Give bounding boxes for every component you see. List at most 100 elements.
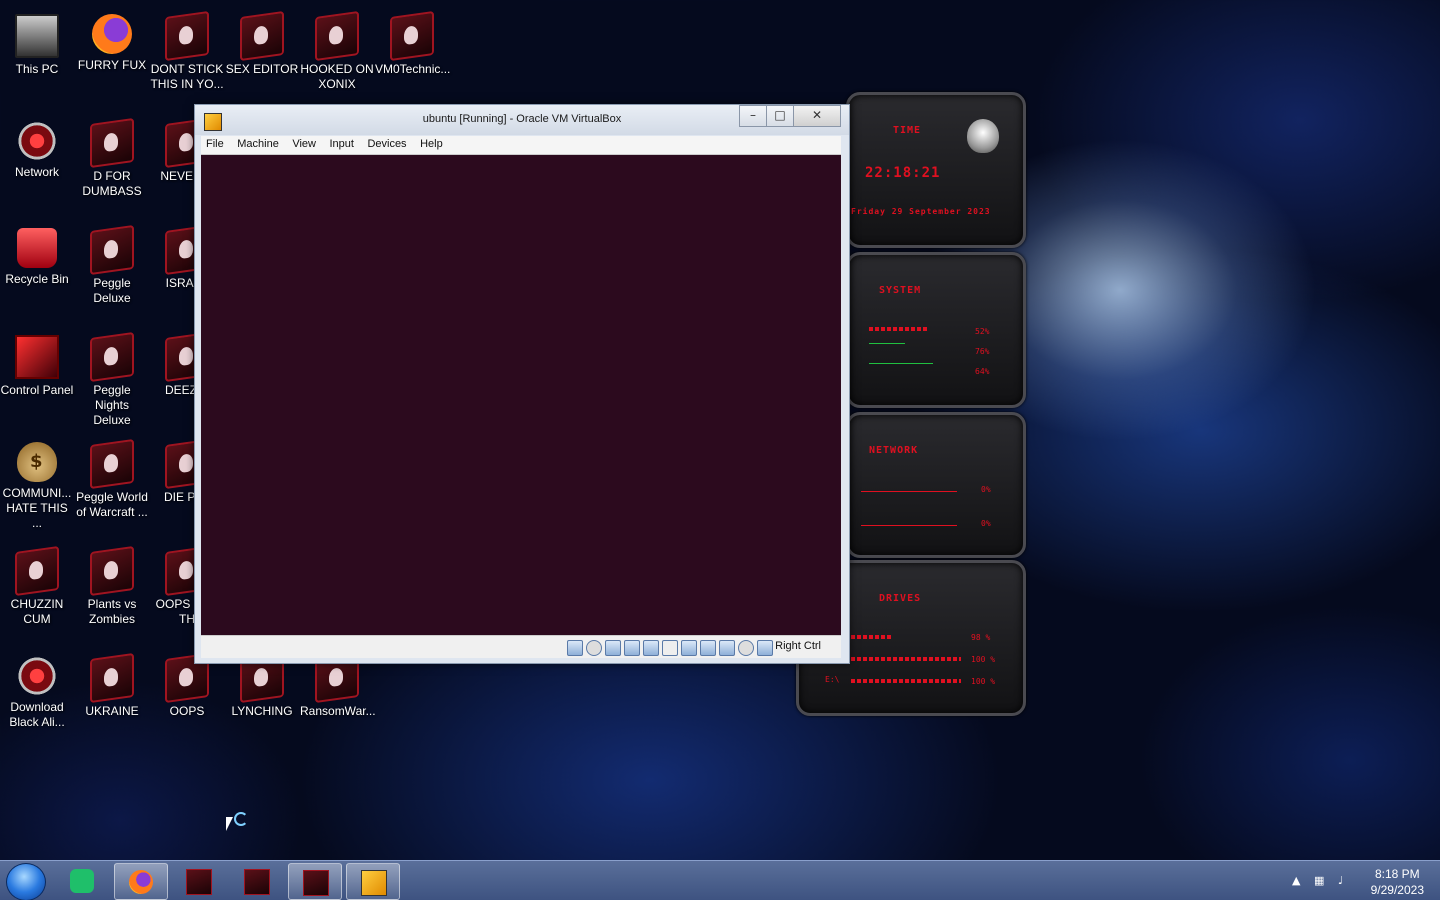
- desktop-icon-label: SEX EDITOR: [225, 62, 299, 76]
- shared-folders-icon[interactable]: [662, 640, 678, 656]
- desktop-icon[interactable]: This PC: [0, 6, 74, 77]
- desktop-icon-label: Network: [14, 165, 59, 179]
- show-hidden-icons-button[interactable]: ▲: [1292, 874, 1306, 888]
- start-button[interactable]: [6, 863, 46, 900]
- desktop-icon-label: Peggle Deluxe: [93, 276, 131, 305]
- alien-icon: [315, 10, 359, 62]
- desktop-icon-label: DONT STICK THIS IN YO...: [150, 62, 224, 91]
- alien-app-icon: [244, 869, 270, 895]
- download-graph: [861, 525, 957, 526]
- maximize-button[interactable]: □: [766, 105, 794, 127]
- drive-1-percent: 98 %: [971, 633, 991, 642]
- desktop-icon-label: Download Black Ali...: [9, 700, 65, 729]
- alien-icon: [90, 117, 134, 169]
- virtualbox-icon: [361, 870, 387, 896]
- alien-app-icon: [186, 869, 212, 895]
- desktop-icon-label: COMMUNI... HATE THIS ...: [2, 486, 72, 530]
- desktop-icon-label: Control Panel: [0, 383, 74, 397]
- desktop-icon[interactable]: Peggle Nights Deluxe: [75, 327, 149, 428]
- desktop-icon-label: FURRY FUX: [77, 58, 147, 72]
- desktop-icon-label: Peggle Nights Deluxe: [93, 383, 131, 427]
- taskbar-virtualbox[interactable]: [346, 863, 400, 900]
- usb-icon[interactable]: [643, 640, 659, 656]
- alien-icon: [90, 545, 134, 597]
- desktop-icon[interactable]: UKRAINE: [75, 648, 149, 719]
- hard-disk-icon[interactable]: [567, 640, 583, 656]
- taskbar-app-3[interactable]: [288, 863, 342, 900]
- network-adapter-icon[interactable]: [624, 640, 640, 656]
- system-clock[interactable]: 8:18 PM 9/29/2023: [1371, 866, 1424, 898]
- desktop-icon[interactable]: DONT STICK THIS IN YO...: [150, 6, 224, 92]
- network-tray-icon[interactable]: ▦: [1314, 874, 1328, 888]
- menu-input[interactable]: Input: [324, 136, 358, 150]
- download-percent: 0%: [981, 519, 991, 528]
- display-icon[interactable]: [681, 640, 697, 656]
- host-key-label: Right Ctrl: [775, 640, 821, 652]
- drive-3-bar: [851, 679, 961, 683]
- menu-devices[interactable]: Devices: [362, 136, 411, 150]
- desktop-icon[interactable]: HOOKED ON XONIX: [300, 6, 374, 92]
- desktop-icon[interactable]: Recycle Bin: [0, 220, 74, 287]
- virtualbox-window[interactable]: ubuntu [Running] - Oracle VM VirtualBox …: [194, 104, 850, 664]
- recording-icon[interactable]: [700, 640, 716, 656]
- alien-head-icon: [967, 119, 999, 153]
- desktop-icon[interactable]: VM0Technic...: [375, 6, 450, 77]
- desktop-icon-label: This PC: [15, 62, 59, 76]
- cpu-icon[interactable]: [719, 640, 735, 656]
- taskbar-firefox[interactable]: [114, 863, 168, 900]
- time-label: TIME: [893, 125, 922, 136]
- alien-icon: [15, 545, 59, 597]
- menu-file[interactable]: File: [201, 136, 229, 150]
- menu-bar: File Machine View Input Devices Help: [201, 136, 841, 155]
- desktop-icon[interactable]: D FOR DUMBASS: [75, 113, 149, 199]
- clock-date: 9/29/2023: [1370, 883, 1424, 897]
- desktop-icon[interactable]: SEX EDITOR: [225, 6, 299, 77]
- close-button[interactable]: ✕: [793, 105, 841, 127]
- taskbar-app-2[interactable]: [230, 863, 282, 898]
- desktop-icon[interactable]: Peggle Deluxe: [75, 220, 149, 306]
- desktop-icon[interactable]: Network: [0, 113, 74, 180]
- desktop-icon-label: CHUZZIN CUM: [10, 597, 64, 626]
- drives-label: DRIVES: [879, 593, 922, 604]
- drive-2-bar: [851, 657, 961, 661]
- guest-display[interactable]: [201, 155, 841, 635]
- menu-view[interactable]: View: [287, 136, 321, 150]
- window-titlebar[interactable]: ubuntu [Running] - Oracle VM VirtualBox …: [195, 105, 849, 135]
- alien-app-icon: [303, 870, 329, 896]
- network-panel: NETWORK 0% 0%: [846, 412, 1026, 558]
- desktop-icon[interactable]: Plants vs Zombies: [75, 541, 149, 627]
- volume-icon[interactable]: ♩: [1338, 874, 1352, 888]
- disk-percent: 64%: [975, 367, 990, 376]
- system-label: SYSTEM: [879, 285, 922, 296]
- desktop-icon-label: OOPS: [169, 704, 205, 718]
- desktop-icon[interactable]: Download Black Ali...: [0, 648, 74, 730]
- desktop-icon[interactable]: Control Panel: [0, 327, 74, 398]
- taskbar-app-1[interactable]: [172, 863, 224, 898]
- desktop-icon-label: D FOR DUMBASS: [82, 169, 142, 198]
- upload-graph: [861, 491, 957, 492]
- time-panel: TIME 22:18:21 Friday 29 September 2023: [846, 92, 1026, 248]
- money-icon: [17, 442, 57, 482]
- controlpanel-icon: [15, 335, 59, 379]
- optical-drive-icon[interactable]: [586, 640, 602, 656]
- desktop-icon[interactable]: CHUZZIN CUM: [0, 541, 74, 627]
- pointer-cursor-icon: [226, 817, 233, 831]
- drive-3-percent: 100 %: [971, 677, 996, 686]
- menu-help[interactable]: Help: [415, 136, 448, 150]
- menu-machine[interactable]: Machine: [232, 136, 284, 150]
- minimize-button[interactable]: –: [739, 105, 767, 127]
- desktop-icon[interactable]: COMMUNI... HATE THIS ...: [0, 434, 74, 531]
- firefox-icon: [92, 14, 132, 54]
- keyboard-capture-icon[interactable]: [757, 640, 773, 656]
- alien-icon: [90, 331, 134, 383]
- gadget-clock: 22:18:21: [865, 165, 941, 181]
- desktop-icon[interactable]: FURRY FUX: [75, 6, 149, 73]
- audio-icon[interactable]: [605, 640, 621, 656]
- network-icon: [17, 656, 57, 696]
- desktop-icon[interactable]: Peggle World of Warcraft ...: [75, 434, 149, 520]
- taskbar-chat-app[interactable]: [56, 863, 108, 898]
- mouse-integration-icon[interactable]: [738, 640, 754, 656]
- drive-letter: E:\: [825, 675, 840, 684]
- alien-icon: [90, 652, 134, 704]
- cpu-bar: [869, 327, 929, 331]
